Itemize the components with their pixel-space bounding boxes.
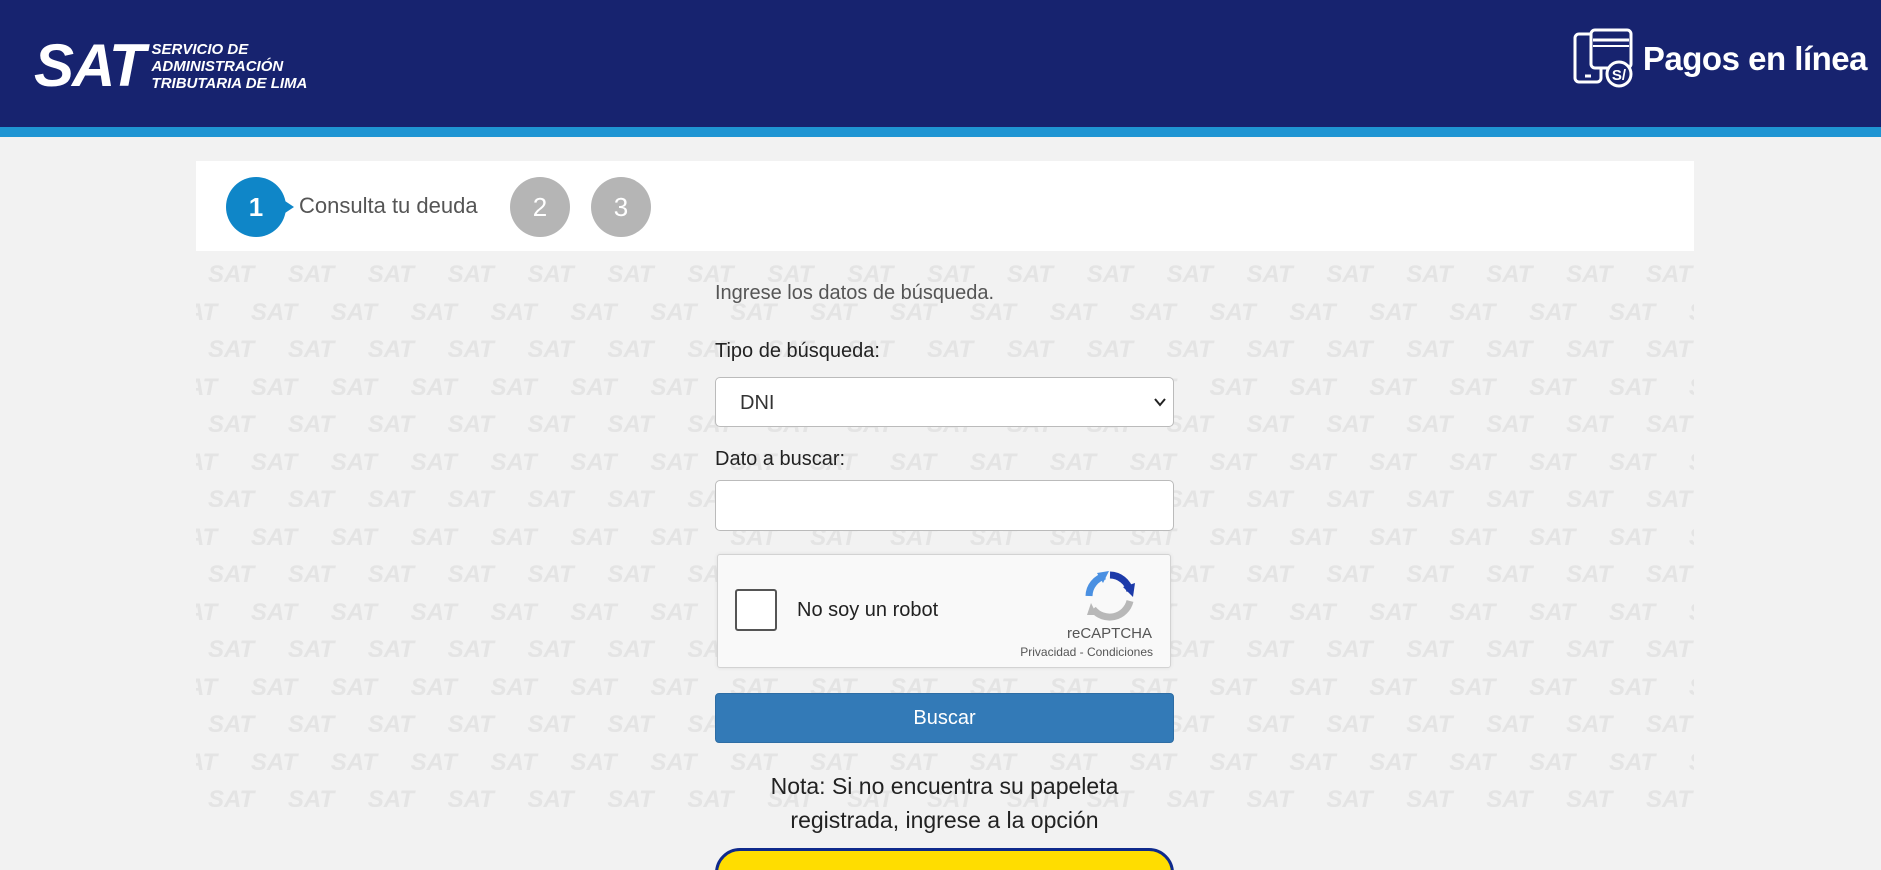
header-bar: SAT SERVICIO DE ADMINISTRACIÓN TRIBUTARI…	[0, 0, 1881, 127]
logo-sub-line: ADMINISTRACIÓN	[151, 57, 284, 75]
recaptcha-label: No soy un robot	[797, 599, 939, 621]
search-form: Ingrese los datos de búsqueda. Tipo de b…	[715, 282, 1174, 870]
recaptcha-icon	[1085, 571, 1135, 621]
recaptcha-checkbox[interactable]	[735, 589, 777, 631]
watermark-row: SAT SAT SAT SAT SAT SAT SAT SAT SAT SAT …	[196, 448, 1694, 476]
logo-sub-line: TRIBUTARIA DE LIMA	[151, 74, 308, 92]
recaptcha-links[interactable]: Privacidad - Condiciones	[1020, 645, 1153, 659]
pagos-label: Pagos en línea	[1642, 40, 1868, 77]
step-2-circle: 2	[510, 177, 570, 237]
step-1-circle: 1	[226, 177, 294, 237]
form-intro: Ingrese los datos de búsqueda.	[715, 282, 995, 304]
pagos-en-linea-brand: S/ Pagos en línea	[1571, 26, 1868, 92]
papeleta-option-button[interactable]	[715, 848, 1174, 870]
mobile-payment-icon: S/	[1573, 28, 1633, 88]
chevron-down-icon	[1154, 398, 1166, 407]
logo-main-text: SAT	[34, 32, 146, 99]
tipo-busqueda-select[interactable]: DNI	[715, 377, 1174, 427]
logo-sub-line: SERVICIO DE	[151, 40, 249, 58]
dato-buscar-input[interactable]	[715, 480, 1174, 531]
svg-text:S/: S/	[1612, 67, 1627, 84]
steps-indicator: 1 Consulta tu deuda 2 3	[196, 161, 1694, 251]
tipo-busqueda-value: DNI	[740, 392, 775, 414]
dato-buscar-label: Dato a buscar:	[715, 448, 846, 470]
recaptcha-brand: reCAPTCHA	[1066, 625, 1152, 642]
nota-text: Nota: Si no encuentra su papeleta regist…	[770, 773, 1119, 833]
tipo-busqueda-label: Tipo de búsqueda:	[715, 340, 880, 362]
header-stripe	[0, 127, 1881, 137]
watermark-row: SAT SAT SAT SAT SAT SAT SAT SAT SAT SAT …	[208, 336, 1694, 363]
step-1-label: Consulta tu deuda	[299, 193, 478, 218]
step-3-circle: 3	[591, 177, 651, 237]
sat-logo[interactable]: SAT SERVICIO DE ADMINISTRACIÓN TRIBUTARI…	[34, 36, 307, 96]
buscar-button[interactable]: Buscar	[715, 693, 1174, 743]
recaptcha-widget: No soy un robot reCAPTCHA Privacidad - C…	[717, 554, 1171, 668]
logo-subtitle: SERVICIO DE ADMINISTRACIÓN TRIBUTARIA DE…	[152, 41, 308, 92]
